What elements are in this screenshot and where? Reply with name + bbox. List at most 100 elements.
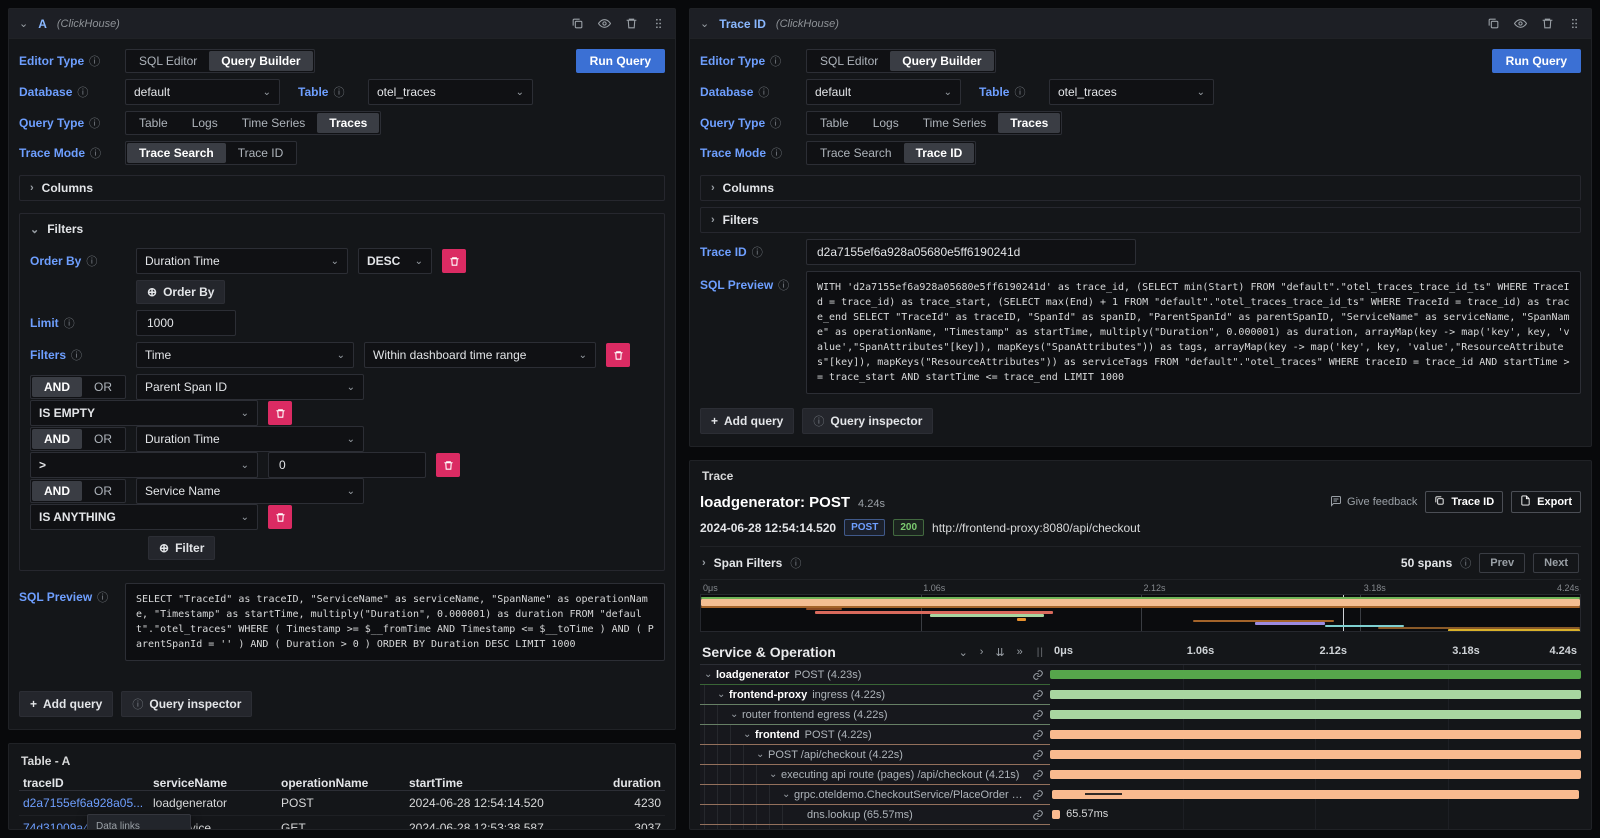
- span-name-cell[interactable]: ⌄loadgeneratorPOST (4.23s): [700, 665, 1050, 685]
- tab-trace-search[interactable]: Trace Search: [808, 143, 904, 163]
- tab-trace-search[interactable]: Trace Search: [127, 143, 226, 163]
- tab-table[interactable]: Table: [127, 113, 180, 133]
- link-icon[interactable]: [1026, 709, 1050, 721]
- logic-and[interactable]: AND: [32, 377, 82, 397]
- tab-trace-id[interactable]: Trace ID: [904, 143, 975, 163]
- span-duration-bar[interactable]: [1050, 670, 1581, 679]
- col-starttime[interactable]: startTime: [409, 776, 577, 790]
- span-bar-cell[interactable]: [1050, 745, 1581, 765]
- query-inspector-button[interactable]: ⓘQuery inspector: [121, 691, 252, 717]
- duplicate-icon[interactable]: [1487, 17, 1500, 30]
- link-icon[interactable]: [1026, 789, 1050, 801]
- trace-id-link[interactable]: d2a7155ef6a928a05...: [23, 796, 153, 810]
- trace-id-button[interactable]: Trace ID: [1425, 491, 1503, 513]
- export-button[interactable]: Export: [1511, 491, 1581, 513]
- chevron-right-icon[interactable]: ›: [980, 646, 984, 659]
- span-name-cell[interactable]: ⌄frontendPOST (4.22s): [700, 725, 1050, 745]
- double-chevron-down-icon[interactable]: ⇊: [995, 646, 1004, 659]
- tab-logs[interactable]: Logs: [861, 113, 911, 133]
- tab-query-builder[interactable]: Query Builder: [890, 51, 993, 71]
- expander-chevron-icon[interactable]: ⌄: [769, 769, 781, 780]
- tab-query-builder[interactable]: Query Builder: [209, 51, 312, 71]
- tab-time-series[interactable]: Time Series: [911, 113, 999, 133]
- span-bar-cell[interactable]: 20.09ms: [1050, 825, 1581, 829]
- filter-delete-button[interactable]: [436, 453, 460, 477]
- expander-chevron-icon[interactable]: ⌄: [756, 749, 768, 760]
- span-duration-bar[interactable]: [1052, 810, 1060, 819]
- prev-button[interactable]: Prev: [1479, 553, 1525, 573]
- order-by-select[interactable]: Duration Time⌄: [136, 248, 348, 274]
- col-duration[interactable]: duration: [577, 776, 661, 790]
- give-feedback-button[interactable]: Give feedback: [1330, 495, 1417, 510]
- link-icon[interactable]: [1026, 829, 1050, 830]
- filter-operator-select[interactable]: >⌄: [30, 452, 258, 478]
- link-icon[interactable]: [1026, 729, 1050, 741]
- link-icon[interactable]: [1026, 769, 1050, 781]
- link-icon[interactable]: [1026, 809, 1050, 821]
- span-name-cell[interactable]: ⌄frontend-proxyingress (4.22s): [700, 685, 1050, 705]
- span-name-cell[interactable]: dns.lookup (65.57ms): [700, 805, 1050, 825]
- drag-handle-icon[interactable]: [1568, 17, 1581, 30]
- order-dir-select[interactable]: DESC⌄: [358, 248, 432, 274]
- logic-or[interactable]: OR: [82, 429, 124, 449]
- span-bar-cell[interactable]: [1050, 765, 1581, 785]
- span-bar-cell[interactable]: [1050, 665, 1581, 685]
- span-duration-bar[interactable]: [1050, 710, 1581, 719]
- columns-collapse[interactable]: › Columns: [700, 175, 1581, 201]
- span-duration-bar[interactable]: [1050, 690, 1581, 699]
- add-filter-button[interactable]: ⊕Filter: [148, 536, 215, 560]
- drag-handle-icon[interactable]: [652, 17, 665, 30]
- filter-delete-button[interactable]: [268, 401, 292, 425]
- next-button[interactable]: Next: [1533, 553, 1579, 573]
- limit-input[interactable]: [145, 315, 227, 331]
- filter-field-select[interactable]: Service Name⌄: [136, 478, 364, 504]
- logic-and[interactable]: AND: [32, 481, 82, 501]
- collapse-chevron-icon[interactable]: ⌄: [700, 17, 709, 30]
- span-duration-bar[interactable]: [1050, 750, 1581, 759]
- tab-sql-editor[interactable]: SQL Editor: [127, 51, 209, 71]
- span-bar-cell[interactable]: [1050, 685, 1581, 705]
- expander-chevron-icon[interactable]: ⌄: [743, 729, 755, 740]
- duplicate-icon[interactable]: [571, 17, 584, 30]
- double-chevron-right-icon[interactable]: »: [1017, 646, 1023, 659]
- expander-chevron-icon[interactable]: ⌄: [730, 709, 742, 720]
- logic-or[interactable]: OR: [82, 377, 124, 397]
- eye-icon[interactable]: [1514, 17, 1527, 30]
- logic-or[interactable]: OR: [82, 481, 124, 501]
- link-icon[interactable]: [1026, 749, 1050, 761]
- expander-chevron-icon[interactable]: ⌄: [717, 689, 729, 700]
- col-servicename[interactable]: serviceName: [153, 776, 281, 790]
- tab-trace-id[interactable]: Trace ID: [226, 143, 296, 163]
- expander-chevron-icon[interactable]: ⌄: [782, 789, 794, 800]
- trace-id-input[interactable]: [815, 244, 1127, 260]
- tab-logs[interactable]: Logs: [180, 113, 230, 133]
- col-operationname[interactable]: operationName: [281, 776, 409, 790]
- filter-field-select[interactable]: Duration Time⌄: [136, 426, 364, 452]
- column-resize-handle[interactable]: ||: [1033, 647, 1048, 658]
- database-select[interactable]: default⌄: [806, 79, 961, 105]
- span-bar-cell[interactable]: [1050, 725, 1581, 745]
- minimap-area[interactable]: [700, 594, 1581, 632]
- filter-operator-select[interactable]: IS ANYTHING⌄: [30, 504, 258, 530]
- span-filters-label[interactable]: Span Filters: [714, 556, 783, 570]
- span-name-cell[interactable]: tcp.connect (20.09ms): [700, 825, 1050, 829]
- span-bar-cell[interactable]: 65.57ms: [1050, 805, 1581, 825]
- add-query-button[interactable]: +Add query: [700, 408, 794, 434]
- order-by-delete-button[interactable]: [442, 249, 466, 273]
- chevron-down-icon[interactable]: ⌄: [959, 646, 968, 659]
- logic-and[interactable]: AND: [32, 429, 82, 449]
- trash-icon[interactable]: [625, 17, 638, 30]
- span-duration-bar[interactable]: [1050, 770, 1581, 779]
- columns-collapse[interactable]: › Columns: [19, 175, 665, 201]
- trash-icon[interactable]: [1541, 17, 1554, 30]
- eye-icon[interactable]: [598, 17, 611, 30]
- col-traceid[interactable]: traceID: [23, 776, 153, 790]
- add-order-by-button[interactable]: ⊕Order By: [136, 280, 225, 304]
- filter-operator-select[interactable]: IS EMPTY⌄: [30, 400, 258, 426]
- time-filter-delete-button[interactable]: [606, 343, 630, 367]
- link-icon[interactable]: [1026, 669, 1050, 681]
- tab-time-series[interactable]: Time Series: [230, 113, 318, 133]
- link-icon[interactable]: [1026, 689, 1050, 701]
- tab-traces[interactable]: Traces: [998, 113, 1060, 133]
- add-query-button[interactable]: +Add query: [19, 691, 113, 717]
